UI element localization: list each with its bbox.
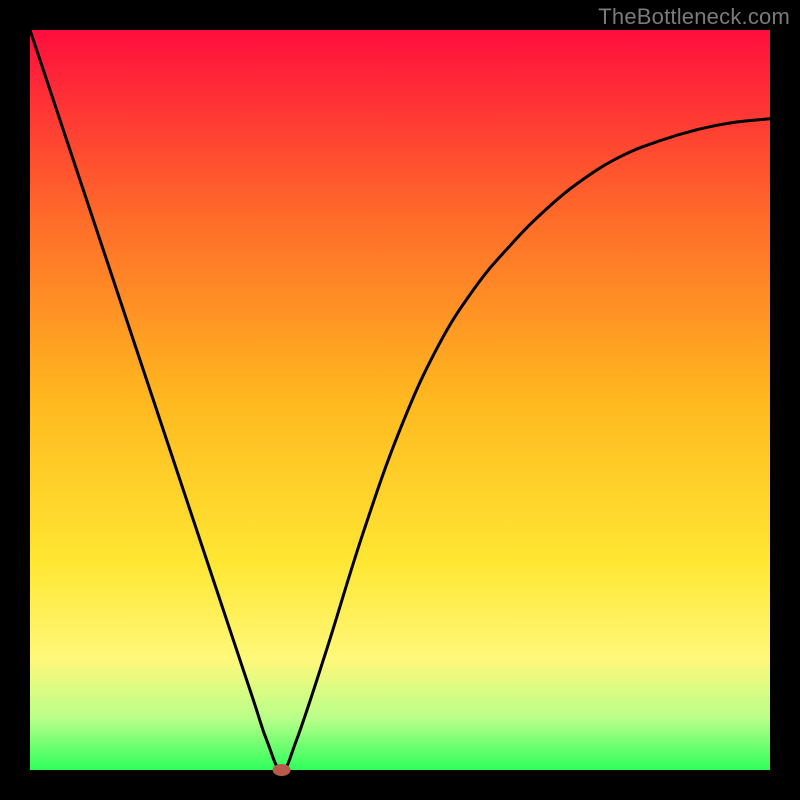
minimum-dot [273, 764, 291, 776]
watermark-text: TheBottleneck.com [598, 4, 790, 30]
chart-svg [0, 0, 800, 800]
chart-frame: TheBottleneck.com [0, 0, 800, 800]
